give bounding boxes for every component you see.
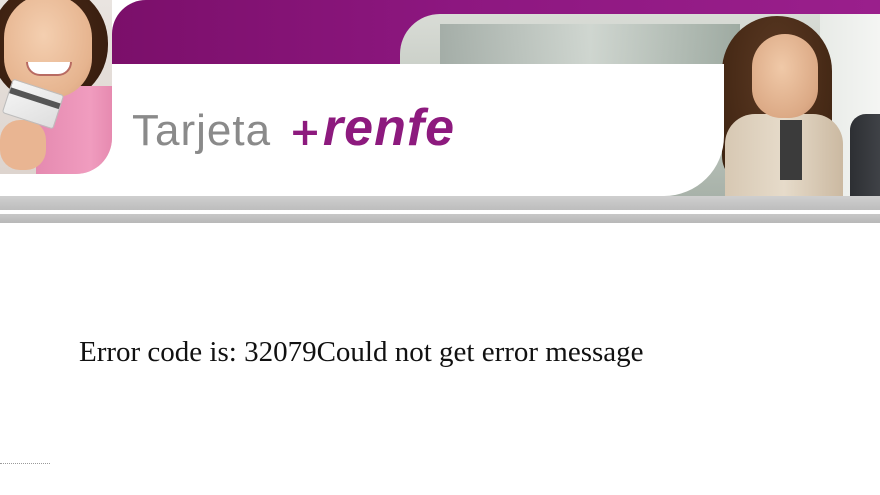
page: Tarjeta + renfe Error code is: 32079Coul… (0, 0, 880, 495)
logo-plus-sign: + (289, 110, 321, 154)
error-message: Error code is: 32079Could not get error … (79, 336, 644, 368)
logo-prefix-text: Tarjeta (132, 106, 272, 155)
tarjeta-renfe-logo: Tarjeta + renfe (132, 98, 455, 158)
woman-hand (0, 120, 46, 170)
card-magnetic-stripe (9, 87, 61, 110)
woman-shirt (780, 120, 802, 180)
man-figure (850, 114, 880, 196)
woman-face (752, 34, 818, 118)
separator-bar-bottom (0, 214, 880, 223)
dotted-divider (0, 463, 50, 464)
separator-bar-top (0, 196, 880, 210)
header-banner: Tarjeta + renfe (0, 0, 880, 200)
banner-photo-woman-with-card (0, 0, 112, 174)
logo-brand-text: renfe (322, 99, 456, 157)
woman-smile (26, 62, 72, 76)
